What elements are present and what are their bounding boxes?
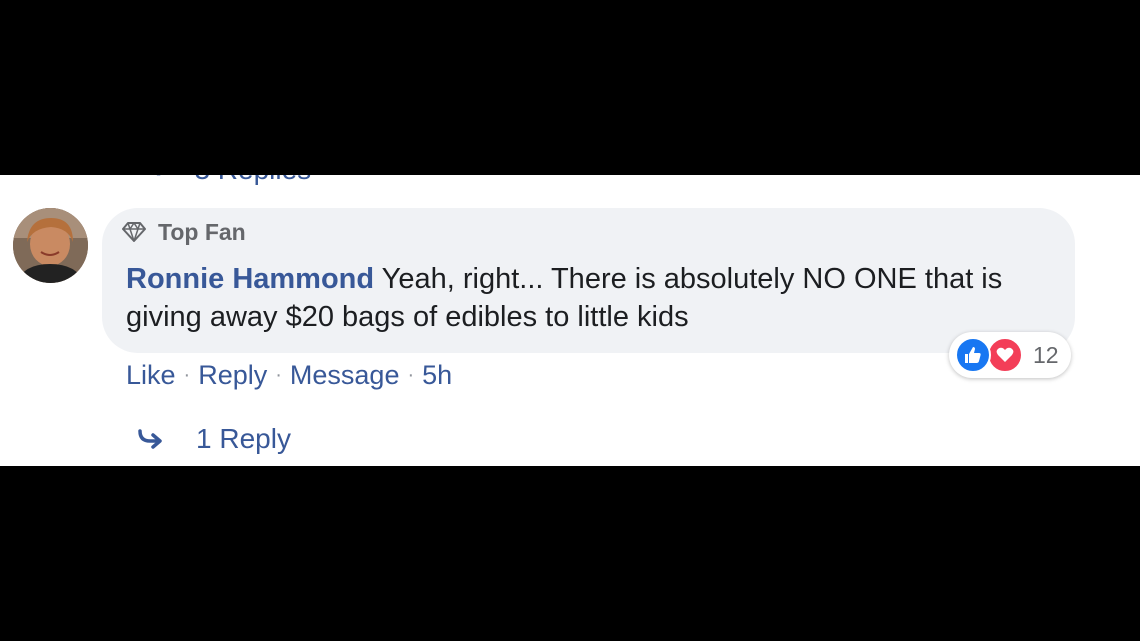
avatar-image [13, 208, 88, 283]
comment-body: Ronnie Hammond Yeah, right... There is a… [126, 260, 1066, 336]
diamond-icon [122, 222, 146, 242]
previous-replies-label: 3 Replies [194, 175, 311, 186]
reply-arrow-icon: ➔ [148, 175, 166, 183]
love-icon [987, 337, 1023, 373]
avatar[interactable] [13, 208, 88, 283]
separator: · [275, 363, 282, 386]
reaction-count: 12 [1033, 341, 1059, 368]
reaction-icons [953, 335, 1029, 375]
letterbox-top [0, 0, 1140, 175]
separator: · [407, 363, 415, 386]
author-name[interactable]: Ronnie Hammond [126, 263, 374, 295]
comment-panel: ➔ 3 Replies Top Fan Ronnie Hammond Yeah,… [0, 175, 1140, 466]
comment-bubble: Top Fan Ronnie Hammond Yeah, right... Th… [102, 208, 1075, 353]
message-link[interactable]: Message [290, 360, 400, 391]
separator: · [183, 363, 191, 386]
previous-replies-link[interactable]: ➔ 3 Replies [148, 175, 311, 187]
timestamp[interactable]: 5h [422, 360, 452, 391]
reply-arrow-icon [138, 429, 162, 449]
like-link[interactable]: Like [126, 360, 176, 391]
comment-actions: Like · Reply · Message · 5h [126, 357, 452, 393]
like-icon [955, 337, 991, 373]
reactions-summary[interactable]: 12 [949, 332, 1071, 378]
view-replies-link[interactable]: 1 Reply [136, 421, 291, 457]
replies-label: 1 Reply [196, 423, 291, 454]
top-fan-label: Top Fan [158, 218, 246, 245]
letterbox-bottom [0, 466, 1140, 641]
reply-link[interactable]: Reply [198, 360, 267, 391]
top-fan-badge[interactable]: Top Fan [120, 218, 246, 246]
